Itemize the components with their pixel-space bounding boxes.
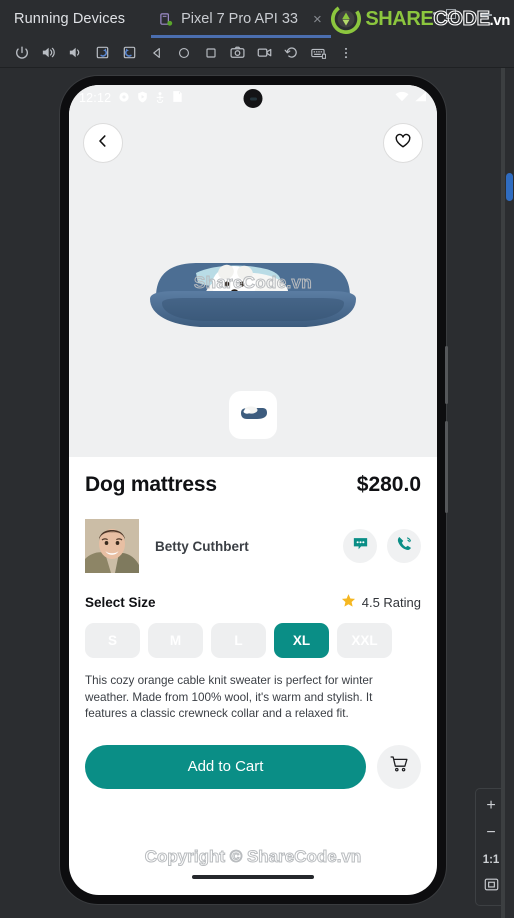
back-button[interactable] xyxy=(83,123,123,163)
view-cart-button[interactable] xyxy=(377,744,421,789)
wifi-icon xyxy=(395,91,409,105)
fit-to-screen-icon xyxy=(483,876,500,898)
product-hero-image xyxy=(138,241,368,341)
home-nav-icon[interactable] xyxy=(170,40,197,66)
favorite-button[interactable] xyxy=(383,123,423,163)
size-chip-label: L xyxy=(234,633,243,648)
gesture-nav-pill[interactable] xyxy=(192,875,314,879)
add-device-tab-button[interactable]: + xyxy=(343,9,355,30)
thumbnail-image-icon xyxy=(238,404,268,426)
logo-text-vn: .vn xyxy=(489,12,511,29)
size-chip-l[interactable]: L xyxy=(211,623,266,658)
size-chip-xxl[interactable]: XXL xyxy=(337,623,392,658)
gear-icon xyxy=(118,91,130,106)
tool-window-tabbar: Running Devices Pixel 7 Pro API 33 × + S… xyxy=(0,0,514,38)
thumbnail-1[interactable] xyxy=(229,391,277,439)
size-chip-m[interactable]: M xyxy=(148,623,203,658)
overview-nav-icon[interactable] xyxy=(197,40,224,66)
logo-text-share: SHARE xyxy=(365,8,434,30)
phone-call-icon xyxy=(395,534,414,558)
shopping-cart-icon xyxy=(388,753,410,780)
more-vertical-icon[interactable] xyxy=(332,40,359,66)
page-title: Dog mattress xyxy=(85,473,217,496)
front-camera-punch-hole xyxy=(243,89,263,108)
avatar xyxy=(85,519,139,573)
size-header-row: Select Size 4.5 Rating xyxy=(85,593,421,611)
footer-watermark: Copyright © ShareCode.vn xyxy=(144,847,362,867)
product-detail-sheet: Dog mattress $280.0 Betty Cuthbert Selec… xyxy=(69,457,437,789)
chat-bubble-icon xyxy=(351,534,370,558)
rotate-left-icon[interactable] xyxy=(89,40,116,66)
chat-button[interactable] xyxy=(343,529,377,563)
tab-label: Pixel 7 Pro API 33 xyxy=(181,11,298,27)
sd-card-icon xyxy=(172,90,183,106)
star-filled-icon xyxy=(341,593,356,611)
emulator-display-area[interactable]: 12:12 Dog mattress $280.0 Betty Cuthbert… xyxy=(0,68,514,918)
call-button[interactable] xyxy=(387,529,421,563)
rotate-right-icon[interactable] xyxy=(116,40,143,66)
size-chip-label: XXL xyxy=(351,633,378,648)
seller-actions xyxy=(343,529,421,563)
status-bar-left: 12:12 xyxy=(79,90,183,106)
rating-block: 4.5 Rating xyxy=(341,593,421,611)
cellular-signal-icon xyxy=(414,91,427,105)
product-gallery: ShareCode.vn xyxy=(69,111,437,457)
rating-text: 4.5 Rating xyxy=(361,594,421,610)
add-to-cart-button[interactable]: Add to Cart xyxy=(85,744,366,789)
logo-text-code: CODE xyxy=(433,8,491,30)
debug-bug-icon xyxy=(155,91,165,106)
hardware-keyboard-icon[interactable] xyxy=(305,40,332,66)
gallery-top-actions xyxy=(69,123,437,163)
screenshot-camera-icon[interactable] xyxy=(224,40,251,66)
size-chip-label: XL xyxy=(292,633,311,648)
status-bar-right xyxy=(395,91,427,105)
tab-close-icon[interactable]: × xyxy=(310,12,325,27)
shield-play-icon xyxy=(137,91,148,106)
phone-device-frame: 12:12 Dog mattress $280.0 Betty Cuthbert… xyxy=(60,76,448,904)
emulator-toolbar xyxy=(0,38,514,68)
add-to-cart-label: Add to Cart xyxy=(187,758,264,776)
tool-window-title: Running Devices xyxy=(14,11,126,27)
window-minimize-button[interactable] xyxy=(481,14,492,16)
seller-name: Betty Cuthbert xyxy=(155,538,249,554)
android-status-bar: 12:12 xyxy=(69,85,437,111)
back-nav-icon[interactable] xyxy=(143,40,170,66)
screen-record-icon[interactable] xyxy=(251,40,278,66)
phone-screen[interactable]: 12:12 Dog mattress $280.0 Betty Cuthbert… xyxy=(69,85,437,895)
seller-row: Betty Cuthbert xyxy=(85,519,421,573)
cart-action-row: Add to Cart xyxy=(85,744,421,789)
hardware-power-button[interactable] xyxy=(445,346,448,404)
size-selector: S M L XL XXL xyxy=(85,623,421,658)
product-description: This cozy orange cable knit sweater is p… xyxy=(85,674,373,721)
size-chip-label: M xyxy=(169,633,182,648)
volume-up-icon[interactable] xyxy=(35,40,62,66)
device-running-icon xyxy=(159,12,174,27)
window-maximize-button[interactable] xyxy=(446,9,456,19)
chevron-left-icon xyxy=(95,133,111,154)
size-chip-label: S xyxy=(107,633,117,648)
hardware-volume-button[interactable] xyxy=(445,421,448,513)
thumbnail-strip xyxy=(229,391,277,439)
power-button-icon[interactable] xyxy=(8,40,35,66)
tab-pixel-7-pro-api-33[interactable]: Pixel 7 Pro API 33 × xyxy=(151,0,331,38)
history-rollback-icon[interactable] xyxy=(278,40,305,66)
select-size-label: Select Size xyxy=(85,594,156,610)
ide-window: Running Devices Pixel 7 Pro API 33 × + S… xyxy=(0,0,514,918)
size-chip-s[interactable]: S xyxy=(85,623,140,658)
size-chip-xl[interactable]: XL xyxy=(274,623,329,658)
vertical-scrollbar[interactable] xyxy=(505,68,514,918)
heart-outline-icon xyxy=(394,132,412,155)
window-menu-dot[interactable] xyxy=(433,12,436,15)
sharecode-watermark-logo: SHARECODE.vn xyxy=(331,3,511,34)
sharecode-logo-text: SHARECODE.vn xyxy=(365,8,511,30)
product-price: $280.0 xyxy=(356,473,421,496)
scrollbar-thumb[interactable] xyxy=(506,173,513,201)
status-bar-clock: 12:12 xyxy=(79,91,112,105)
product-title-row: Dog mattress $280.0 xyxy=(85,473,421,497)
volume-down-icon[interactable] xyxy=(62,40,89,66)
